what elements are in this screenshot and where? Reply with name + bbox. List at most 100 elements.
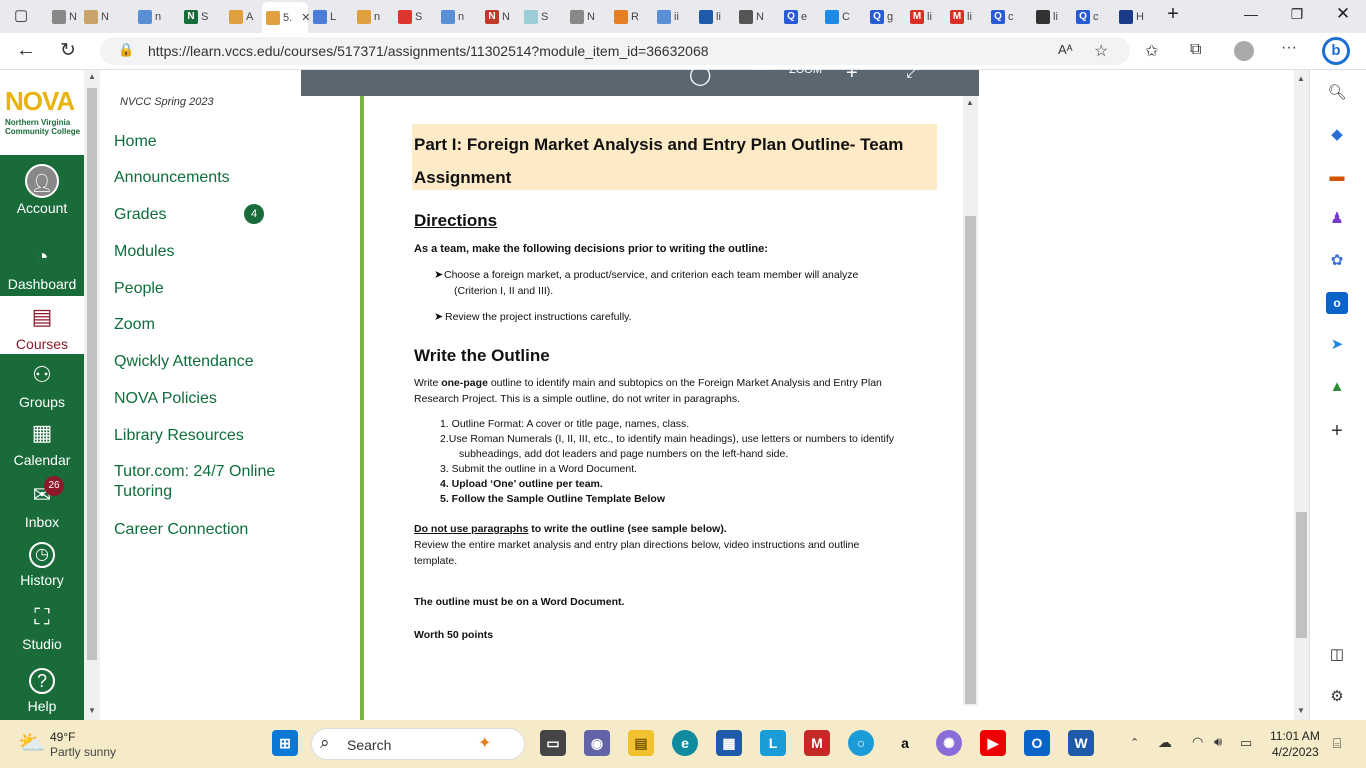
- course-nav-link[interactable]: Qwickly Attendance: [114, 352, 289, 372]
- browser-tab[interactable]: li: [1032, 4, 1068, 30]
- profile-avatar[interactable]: [1234, 41, 1254, 61]
- more-icon[interactable]: ···: [1281, 39, 1297, 57]
- read-aloud-icon[interactable]: Aᴬ: [1058, 42, 1073, 57]
- battery-icon[interactable]: ▭: [1240, 735, 1252, 751]
- page-scroll-up-arrow[interactable]: ▲: [1297, 74, 1305, 83]
- minimize-button[interactable]: —: [1236, 6, 1266, 22]
- search-icon[interactable]: 🔍︎: [1326, 82, 1348, 104]
- edge-icon[interactable]: e: [672, 730, 698, 756]
- copilot-icon[interactable]: ✺: [936, 730, 962, 756]
- browser-tab[interactable]: Qg: [866, 4, 902, 30]
- browser-tab[interactable]: N: [80, 4, 116, 30]
- amazon-icon[interactable]: a: [892, 730, 918, 756]
- browser-tab[interactable]: R: [610, 4, 646, 30]
- page-scroll-thumb[interactable]: [1296, 512, 1307, 638]
- global-nav-groups[interactable]: ⚇ Groups: [0, 354, 84, 412]
- global-nav-history[interactable]: ◷ History: [0, 534, 84, 592]
- browser-tab[interactable]: Qe: [780, 4, 816, 30]
- fullscreen-icon[interactable]: ⤢: [906, 64, 919, 82]
- outlook-icon[interactable]: o: [1326, 292, 1348, 314]
- browser-tab[interactable]: NN: [481, 4, 517, 30]
- browser-tab[interactable]: 5. ✕: [262, 2, 310, 33]
- document-scroll-thumb[interactable]: [965, 216, 976, 704]
- course-nav-link[interactable]: Career Connection: [114, 520, 289, 540]
- close-window-button[interactable]: ✕: [1328, 4, 1358, 24]
- browser-tab[interactable]: N: [735, 4, 771, 30]
- global-nav-help[interactable]: ? Help: [0, 660, 84, 718]
- outlook-taskbar-icon[interactable]: O: [1024, 730, 1050, 756]
- tree-icon[interactable]: ▲: [1326, 376, 1348, 398]
- tray-chevron-icon[interactable]: ⌃: [1130, 736, 1139, 749]
- start-icon[interactable]: ⊞: [272, 730, 298, 756]
- wifi-icon[interactable]: ◠: [1192, 734, 1203, 750]
- shopping-icon[interactable]: ◆: [1326, 124, 1348, 146]
- doc-scroll-up-arrow[interactable]: ▲: [966, 98, 974, 107]
- word-icon[interactable]: W: [1068, 730, 1094, 756]
- favorites-icon[interactable]: ✩: [1145, 41, 1158, 61]
- launcher-icon[interactable]: L: [760, 730, 786, 756]
- browser-tab[interactable]: S: [520, 4, 556, 30]
- tab-actions-icon[interactable]: ▢: [14, 6, 28, 24]
- global-nav-inbox[interactable]: ✉ Inbox 26: [0, 474, 84, 532]
- browser-tab[interactable]: Mli: [906, 4, 942, 30]
- global-nav-scroll-thumb[interactable]: [87, 88, 97, 660]
- weather-icon[interactable]: ⛅: [18, 730, 45, 756]
- clock-time[interactable]: 11:01 AM: [1270, 729, 1320, 743]
- zoom-in-icon[interactable]: +: [846, 62, 858, 85]
- restore-button[interactable]: ❐: [1282, 6, 1312, 23]
- office-icon[interactable]: ✿: [1326, 250, 1348, 272]
- browser-tab[interactable]: C: [821, 4, 857, 30]
- browser-tab[interactable]: L: [309, 4, 345, 30]
- url-text[interactable]: https://learn.vccs.edu/courses/517371/as…: [148, 43, 709, 59]
- course-nav-link[interactable]: Library Resources: [114, 426, 289, 446]
- browser-tab[interactable]: li: [695, 4, 731, 30]
- zoom-out-icon[interactable]: —: [754, 60, 770, 78]
- new-tab-button[interactable]: +: [1158, 3, 1188, 26]
- scroll-down-arrow[interactable]: ▼: [88, 706, 96, 715]
- browser-tab[interactable]: NS: [180, 4, 216, 30]
- teams-chat-icon[interactable]: ◉: [584, 730, 610, 756]
- page-scroll-down-arrow[interactable]: ▼: [1297, 706, 1305, 715]
- youtube-icon[interactable]: ▶: [980, 730, 1006, 756]
- store-icon[interactable]: ▦: [716, 730, 742, 756]
- global-nav-calendar[interactable]: ▦ Calendar: [0, 412, 84, 470]
- onedrive-icon[interactable]: ☁: [1158, 734, 1172, 751]
- send-icon[interactable]: ➤: [1326, 334, 1348, 356]
- course-nav-link[interactable]: People: [114, 279, 289, 299]
- course-nav-link[interactable]: Home: [114, 132, 289, 152]
- weather-desc[interactable]: Partly sunny: [50, 745, 116, 759]
- file-explorer-icon[interactable]: ▤: [628, 730, 654, 756]
- weather-temp[interactable]: 49°F: [50, 730, 75, 744]
- rotate-icon[interactable]: ◯: [689, 62, 711, 87]
- notifications-icon[interactable]: ⌸: [1333, 735, 1341, 752]
- tools-icon[interactable]: ▬: [1326, 166, 1348, 188]
- sidebar-toggle-icon[interactable]: ◫: [1326, 644, 1348, 666]
- global-nav-dashboard[interactable]: ◔ Dashboard: [0, 236, 84, 294]
- settings-icon[interactable]: ⚙: [1326, 686, 1348, 708]
- add-favorite-icon[interactable]: ☆: [1094, 41, 1108, 61]
- alexa-icon[interactable]: ○: [848, 730, 874, 756]
- browser-tab[interactable]: n: [353, 4, 389, 30]
- course-nav-link[interactable]: NOVA Policies: [114, 389, 289, 409]
- browser-tab[interactable]: Qc: [987, 4, 1023, 30]
- course-nav-link[interactable]: Tutor.com: 24/7 Online Tutoring: [114, 462, 289, 502]
- browser-tab[interactable]: H: [1115, 4, 1151, 30]
- browser-tab[interactable]: N: [566, 4, 602, 30]
- global-nav-courses[interactable]: ▤ Courses: [0, 296, 84, 354]
- address-bar[interactable]: 🔒 https://learn.vccs.edu/courses/517371/…: [100, 37, 1130, 65]
- browser-tab[interactable]: n: [437, 4, 473, 30]
- browser-tab[interactable]: A: [225, 4, 261, 30]
- browser-tab[interactable]: S: [394, 4, 430, 30]
- browser-tab[interactable]: ii: [653, 4, 689, 30]
- volume-icon[interactable]: 🔊︎: [1214, 734, 1222, 750]
- browser-tab[interactable]: Qc: [1072, 4, 1108, 30]
- refresh-icon[interactable]: ↻: [60, 39, 76, 62]
- bing-icon[interactable]: b: [1322, 37, 1350, 65]
- course-nav-link[interactable]: Announcements: [114, 168, 289, 188]
- add-icon[interactable]: +: [1326, 420, 1348, 442]
- collections-icon[interactable]: ⧉: [1190, 41, 1201, 59]
- taskbar-search[interactable]: ⌕ Search ✦: [311, 728, 525, 760]
- course-nav-link[interactable]: Modules: [114, 242, 289, 262]
- global-nav-studio[interactable]: ⛶ Studio: [0, 596, 84, 654]
- games-icon[interactable]: ♟: [1326, 208, 1348, 230]
